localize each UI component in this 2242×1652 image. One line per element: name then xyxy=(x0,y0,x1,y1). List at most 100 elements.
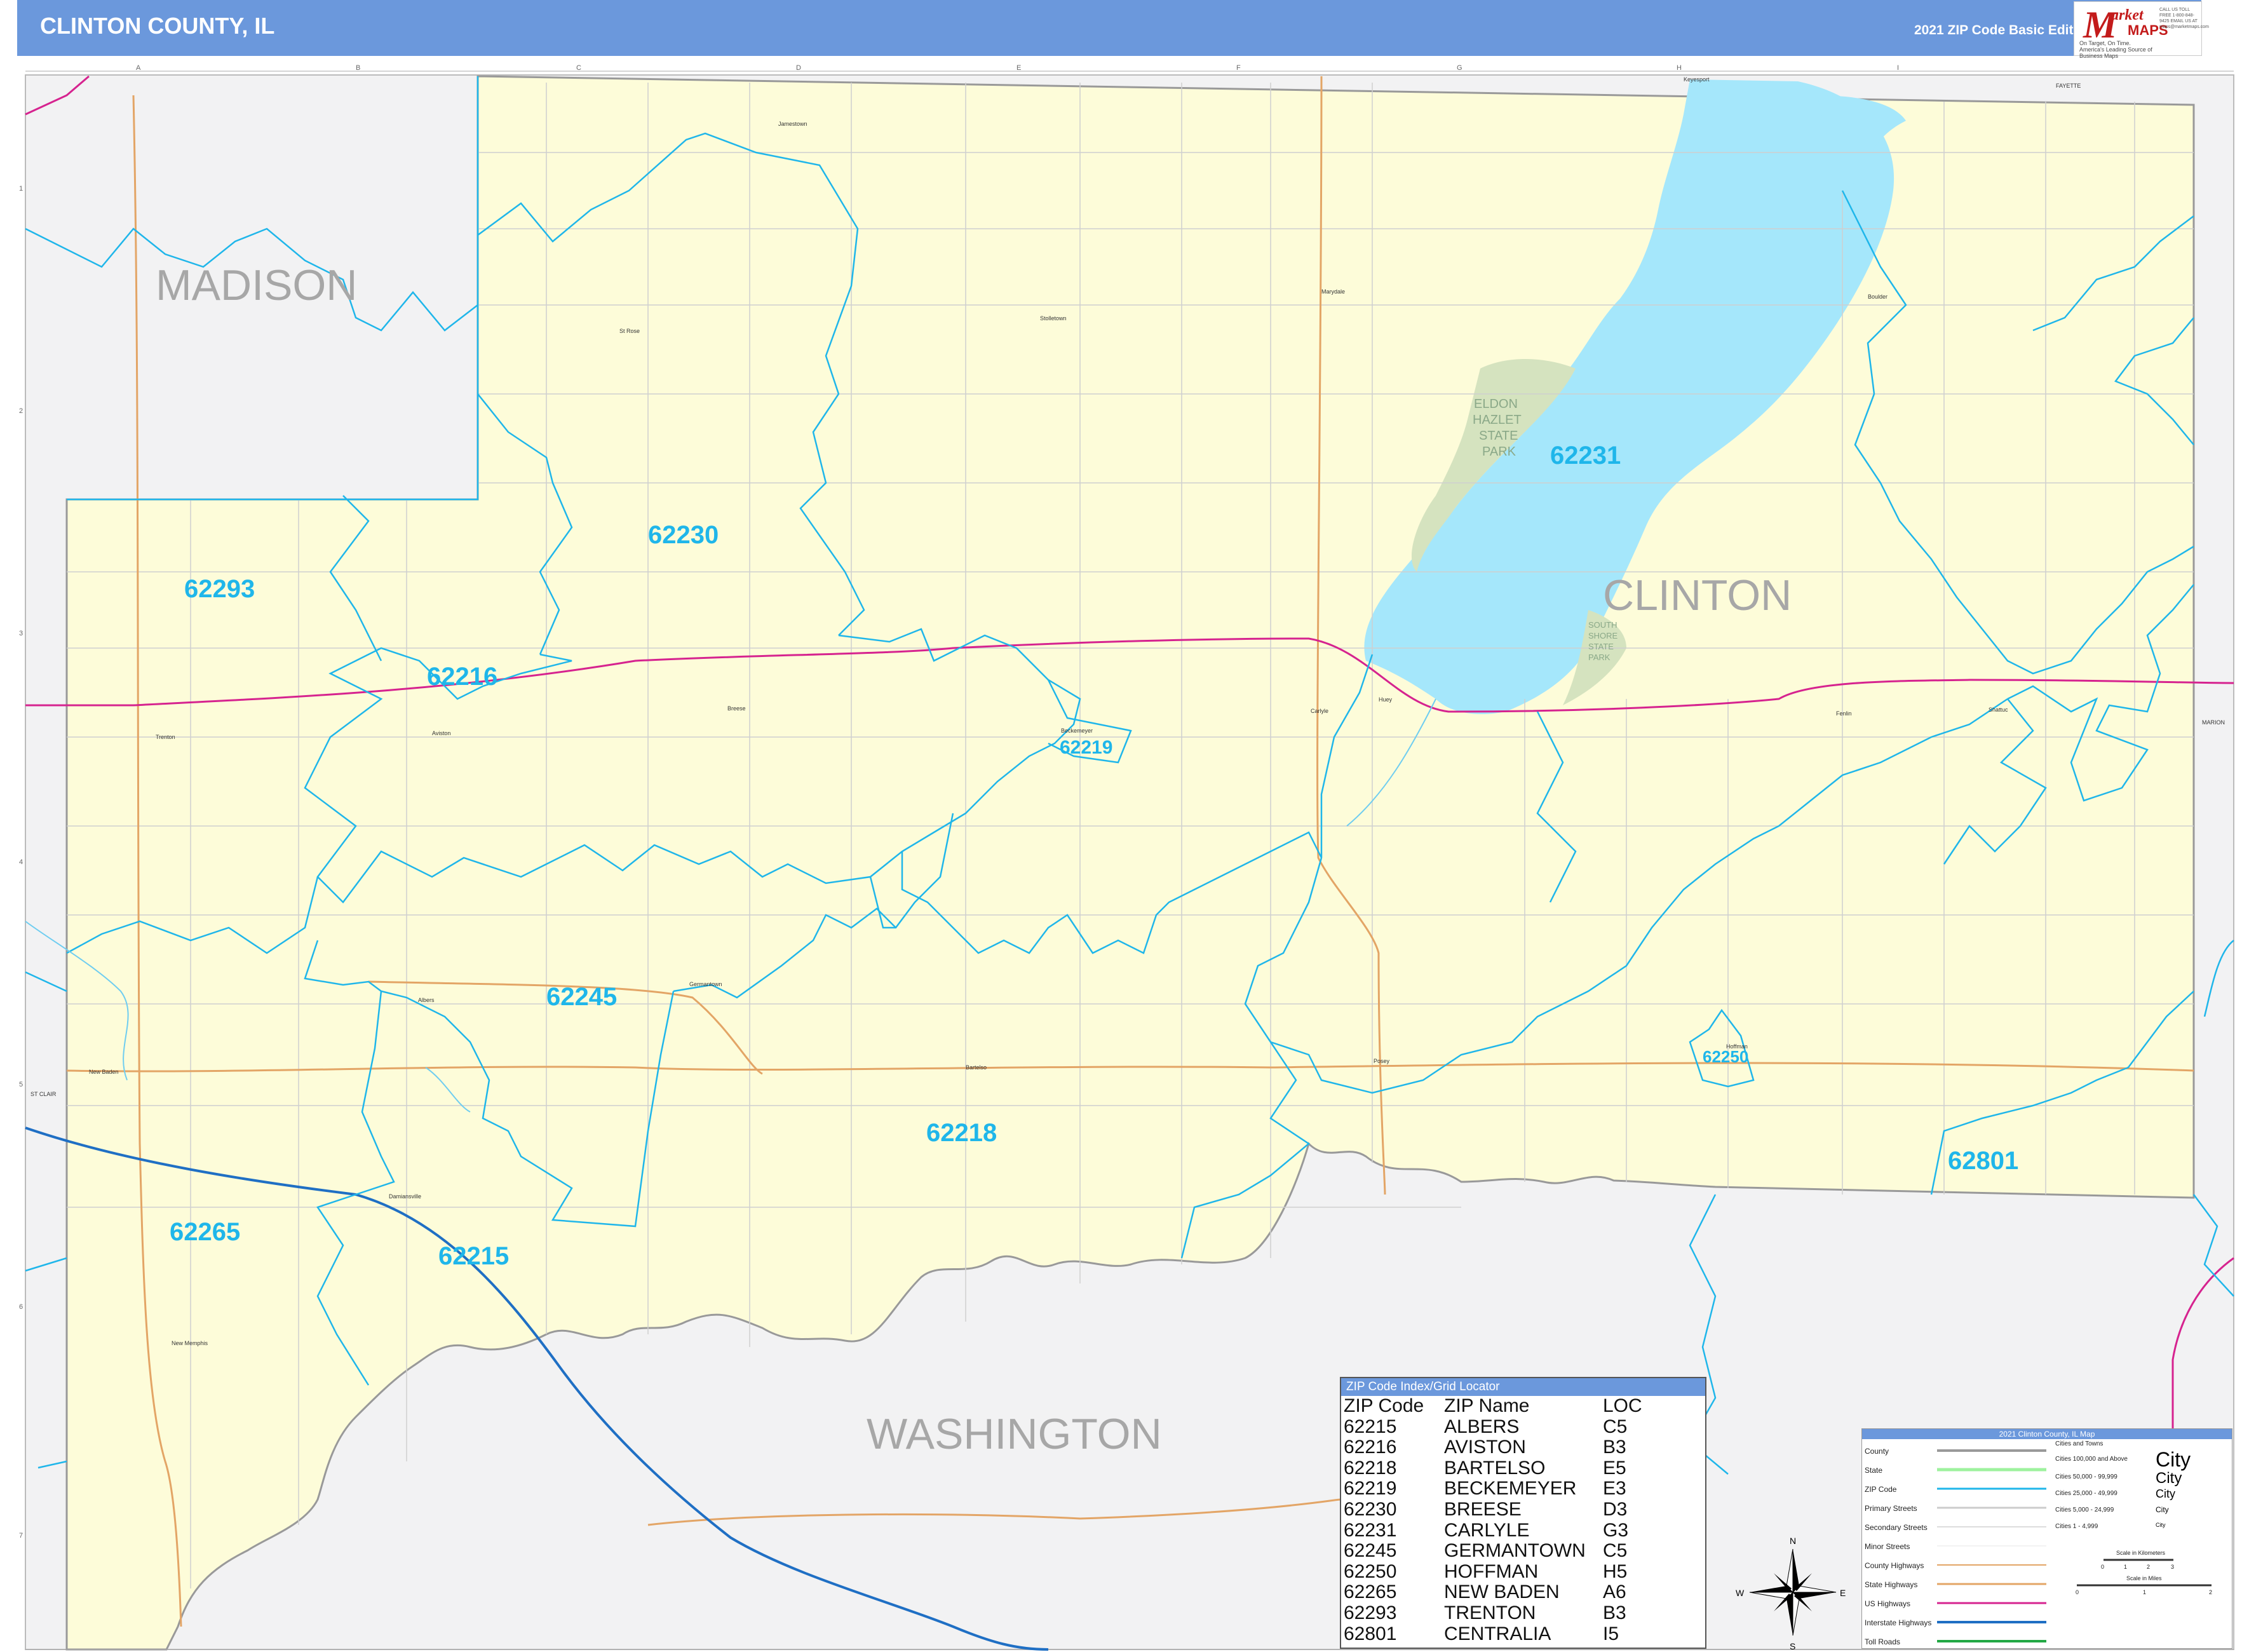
zip-label-62245: 62245 xyxy=(546,983,617,1011)
town-label: Damiansville xyxy=(389,1193,421,1200)
town-label: Beckemeyer xyxy=(1061,728,1093,734)
grid-col: F xyxy=(1236,64,1241,72)
grid-col: H xyxy=(1677,64,1682,72)
scale-miles-label: Scale in Miles xyxy=(2126,1575,2162,1581)
grid-col: I xyxy=(1897,64,1899,72)
legend-item: Secondary Streets xyxy=(1865,1523,1928,1532)
legend-city-class: Cities 25,000 - 49,999 xyxy=(2055,1490,2117,1497)
svg-text:STATE: STATE xyxy=(1479,429,1518,443)
town-label: Jamestown xyxy=(778,121,807,127)
county-label-st-clair: ST CLAIR xyxy=(30,1091,57,1097)
legend-city-sample: City xyxy=(2156,1448,2191,1471)
grid-row: 3 xyxy=(19,630,23,637)
grid-col: C xyxy=(576,64,581,72)
table-row: 62219 BECKEMEYER E3 xyxy=(1344,1478,1626,1500)
legend-item: Minor Streets xyxy=(1865,1542,1910,1551)
town-label: Aviston xyxy=(432,730,450,736)
county-label-washington: WASHINGTON xyxy=(867,1410,1162,1458)
legend-city-sample: City xyxy=(2156,1470,2182,1487)
town-label: New Baden xyxy=(89,1069,119,1075)
grid-row: 2 xyxy=(19,407,23,415)
legend-city-class: Cities 5,000 - 24,999 xyxy=(2055,1506,2114,1513)
zip-label-62293: 62293 xyxy=(184,575,255,603)
grid-col: D xyxy=(796,64,801,72)
legend-item: State xyxy=(1865,1466,1883,1475)
town-label: Keyesport xyxy=(1684,76,1710,83)
grid-row: 6 xyxy=(19,1303,23,1311)
grid-row: 4 xyxy=(19,858,23,866)
county-label-clinton: CLINTON xyxy=(1603,571,1792,620)
table-row: 62218 BARTELSO E5 xyxy=(1344,1457,1626,1479)
svg-text:SOUTH: SOUTH xyxy=(1588,620,1617,630)
legend-item: State Highways xyxy=(1865,1580,1918,1589)
svg-text:SHORE: SHORE xyxy=(1588,631,1618,640)
zip-index-table: ZIP Code Index/Grid Locator ZIP Code ZIP… xyxy=(1340,1377,1706,1649)
county-label-marion: MARION xyxy=(2202,719,2225,726)
town-label: Breese xyxy=(727,705,746,712)
table-row: 62230 BREESE D3 xyxy=(1344,1498,1628,1520)
legend-city-sample: City xyxy=(2156,1505,2169,1514)
grid-row: 1 xyxy=(19,185,23,193)
legend-cities-title: Cities and Towns xyxy=(2055,1440,2104,1447)
town-label: Albers xyxy=(418,997,435,1003)
town-label: Germantown xyxy=(689,981,722,987)
grid-col: B xyxy=(356,64,360,72)
town-label: Fenlin xyxy=(1836,710,1852,717)
compass-n: N xyxy=(1790,1536,1796,1546)
legend-city-class: Cities 50,000 - 99,999 xyxy=(2055,1473,2117,1480)
county-label-madison: MADISON xyxy=(156,261,357,309)
table-row: 62215 ALBERS C5 xyxy=(1344,1416,1628,1437)
legend-item: County xyxy=(1865,1447,1889,1456)
legend-item: ZIP Code xyxy=(1865,1485,1897,1494)
table-row: 62245 GERMANTOWN C5 xyxy=(1344,1540,1628,1562)
legend-item: Primary Streets xyxy=(1865,1504,1917,1513)
legend-city-class: Cities 100,000 and Above xyxy=(2055,1456,2128,1463)
legend-item: Interstate Highways xyxy=(1865,1618,1932,1627)
zip-label-62215: 62215 xyxy=(438,1242,509,1270)
zip-index-title: ZIP Code Index/Grid Locator xyxy=(1341,1378,1705,1396)
svg-text:HAZLET: HAZLET xyxy=(1473,413,1522,427)
zip-index-header: ZIP Code ZIP Name LOC xyxy=(1344,1395,1642,1416)
zip-label-62250: 62250 xyxy=(1703,1047,1748,1066)
grid-column-labels: A B C D E F G H I xyxy=(136,64,1899,72)
town-label: Boulder xyxy=(1868,294,1887,300)
legend-item: US Highways xyxy=(1865,1599,1911,1608)
town-label: Posey xyxy=(1374,1058,1390,1064)
legend-city-class: Cities 1 - 4,999 xyxy=(2055,1523,2098,1530)
legend-city-sample: City xyxy=(2156,1522,2166,1528)
legend-city-sample: City xyxy=(2156,1487,2175,1500)
svg-text:PARK: PARK xyxy=(1588,653,1611,662)
table-row: 62801 CENTRALIA I5 xyxy=(1344,1623,1619,1644)
grid-col: A xyxy=(136,64,141,72)
map-canvas[interactable]: A B C D E F G H I 1 2 3 4 5 6 7 MADISON … xyxy=(0,0,2242,1652)
zip-label-62265: 62265 xyxy=(170,1218,240,1246)
zip-label-62216: 62216 xyxy=(427,663,497,691)
table-row: 62265 NEW BADEN A6 xyxy=(1344,1581,1626,1603)
town-label: St Rose xyxy=(619,328,640,334)
grid-col: G xyxy=(1457,64,1462,72)
grid-col: E xyxy=(1016,64,1021,72)
legend-item: Toll Roads xyxy=(1865,1637,1901,1646)
grid-row: 5 xyxy=(19,1081,23,1088)
table-row: 62231 CARLYLE G3 xyxy=(1344,1519,1629,1541)
county-label-fayette: FAYETTE xyxy=(2056,83,2081,89)
legend-item: County Highways xyxy=(1865,1561,1924,1570)
town-label: Huey xyxy=(1379,696,1393,703)
zip-label-62801: 62801 xyxy=(1948,1147,2018,1175)
grid-row-labels: 1 2 3 4 5 6 7 xyxy=(19,185,23,1540)
compass-s: S xyxy=(1790,1641,1795,1651)
zip-label-62218: 62218 xyxy=(926,1119,997,1147)
town-label: Carlyle xyxy=(1311,708,1328,714)
zip-label-62231: 62231 xyxy=(1550,442,1621,470)
compass-w: W xyxy=(1736,1588,1745,1598)
compass-e: E xyxy=(1840,1588,1846,1598)
town-label: Bartelso xyxy=(966,1064,987,1071)
table-row: 62216 AVISTON B3 xyxy=(1344,1437,1626,1458)
grid-row: 7 xyxy=(19,1532,23,1540)
svg-text:ELDON: ELDON xyxy=(1474,397,1518,411)
zip-label-62219: 62219 xyxy=(1060,737,1112,758)
zip-label-62230: 62230 xyxy=(648,521,719,549)
table-row: 62250 HOFFMAN H5 xyxy=(1344,1561,1628,1582)
town-label: Shattuc xyxy=(1989,707,2008,713)
town-label: Stolletown xyxy=(1040,315,1067,322)
